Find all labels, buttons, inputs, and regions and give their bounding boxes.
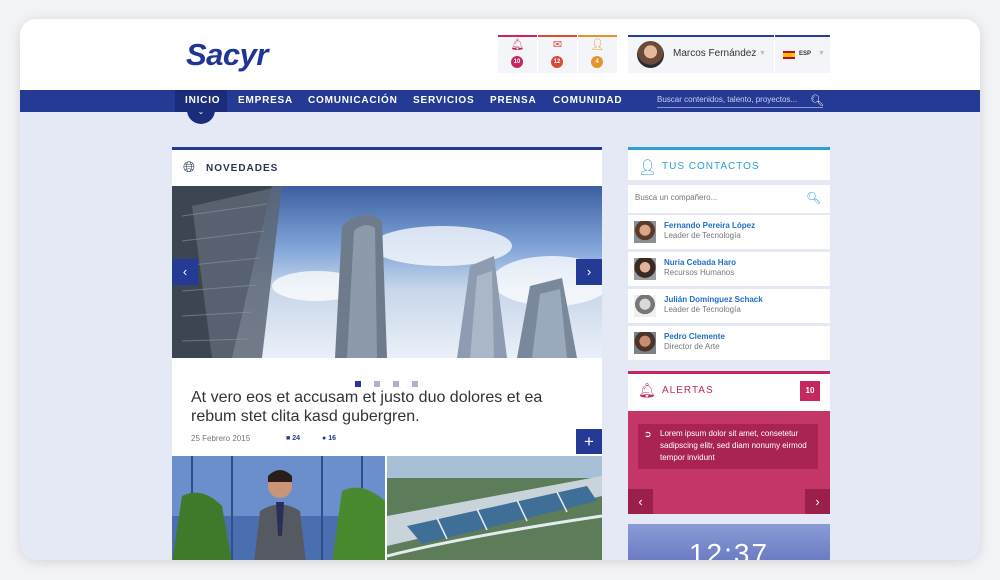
- alert-text: Lorem ipsum dolor sit amet, consetetur s…: [660, 429, 807, 462]
- avatar: [634, 332, 656, 354]
- chevron-down-icon: ▼: [759, 50, 766, 57]
- contact-item[interactable]: Pedro Clemente Director de Arte: [628, 326, 830, 360]
- nav-item-comunicacion[interactable]: COMUNICACIÓN: [308, 90, 398, 112]
- contact-item[interactable]: Julián Domínguez Schack Leader de Tecnol…: [628, 289, 830, 323]
- top-header: Sacyr 🔔︎ 10 ✉ 12 👤︎ 4 Marcos Fernández ▼…: [20, 19, 980, 90]
- alerts-count-badge: 10: [800, 381, 820, 401]
- alerts-next-button[interactable]: ›: [805, 489, 830, 514]
- contact-search: 🔍︎: [628, 185, 830, 213]
- expand-news-button[interactable]: +: [576, 429, 602, 454]
- hero-image-buildings: [172, 186, 602, 358]
- alerts-panel: 🔔︎ ALERTAS 10 ➲ Lorem ipsum dolor sit am…: [628, 371, 830, 514]
- avatar: [637, 41, 664, 68]
- user-icon: 👤︎: [638, 159, 658, 176]
- clock-time: 12:37: [688, 538, 770, 560]
- news-thumbnail-locks[interactable]: [387, 456, 602, 560]
- speech-bubble-icon: ●: [322, 435, 327, 442]
- avatar: [634, 221, 656, 243]
- contact-search-input[interactable]: [635, 193, 795, 202]
- messages-accent: [538, 35, 577, 37]
- news-headline[interactable]: At vero eos et accusam et justo duo dolo…: [191, 388, 571, 426]
- carousel-dot[interactable]: [412, 381, 418, 387]
- search-input[interactable]: [657, 92, 823, 108]
- messages-button[interactable]: ✉ 12: [538, 35, 577, 73]
- alerts-body: ➲ Lorem ipsum dolor sit amet, consetetur…: [628, 411, 830, 514]
- contact-role: Leader de Tecnología: [664, 231, 741, 240]
- globe-icon: 🌐︎: [183, 159, 196, 176]
- contact-name: Nuria Cebada Haro: [664, 258, 737, 267]
- arrow-circle-icon: ➲: [644, 429, 652, 439]
- sacyr-logo[interactable]: Sacyr: [186, 37, 268, 73]
- news-thumbnail-executive[interactable]: [172, 456, 385, 560]
- search-icon[interactable]: 🔍︎: [810, 94, 824, 107]
- contact-requests-accent: [578, 35, 617, 37]
- language-code: ESP: [799, 51, 812, 57]
- search-icon[interactable]: 🔍︎: [806, 191, 821, 205]
- mail-icon: ✉: [552, 39, 563, 51]
- notifications-button[interactable]: 🔔︎ 10: [498, 35, 537, 73]
- comments-count: ■ 24: [286, 435, 300, 442]
- likes-count: ● 16: [322, 435, 336, 442]
- nav-item-empresa[interactable]: EMPRESA: [238, 90, 293, 112]
- notifications-accent: [498, 35, 537, 37]
- carousel-dot[interactable]: [393, 381, 399, 387]
- alerts-prev-button[interactable]: ‹: [628, 489, 653, 514]
- contact-name: Julián Domínguez Schack: [664, 295, 763, 304]
- contacts-panel: 👤︎ TUS CONTACTOS 🔍︎ Fernando Pereira Lóp…: [628, 147, 830, 360]
- language-selector[interactable]: ESP ▼: [775, 35, 830, 73]
- novedades-title: NOVEDADES: [206, 163, 279, 174]
- nav-item-comunidad[interactable]: COMUNIDAD: [553, 90, 622, 112]
- carousel-dot[interactable]: [355, 381, 361, 387]
- user-icon: 👤︎: [590, 39, 605, 51]
- notifications-count: 10: [511, 56, 523, 68]
- contact-item[interactable]: Fernando Pereira López Leader de Tecnolo…: [628, 215, 830, 249]
- contact-role: Director de Arte: [664, 342, 720, 351]
- alerts-title: ALERTAS: [662, 385, 714, 396]
- carousel-next-button[interactable]: ›: [576, 259, 602, 285]
- contact-name: Fernando Pereira López: [664, 221, 756, 230]
- contacts-title: TUS CONTACTOS: [662, 161, 760, 172]
- bell-icon: 🔔︎: [510, 39, 525, 51]
- chevron-down-icon: ▼: [818, 50, 825, 57]
- spain-flag-icon: [783, 51, 795, 59]
- avatar: [634, 258, 656, 280]
- bell-icon: 🔔︎: [638, 382, 656, 398]
- contact-role: Recursos Humanos: [664, 268, 735, 277]
- likes-value: 16: [328, 435, 336, 442]
- news-date: 25 Febrero 2015: [191, 434, 251, 443]
- novedades-card: 🌐︎ NOVEDADES ‹ › At vero eos et accusam …: [172, 147, 602, 560]
- clock-widget: 12:37: [628, 524, 830, 560]
- user-name: Marcos Fernández: [673, 48, 757, 59]
- comment-icon: ■: [286, 435, 291, 442]
- user-menu[interactable]: Marcos Fernández ▼: [628, 35, 774, 73]
- nav-item-inicio[interactable]: INICIO: [185, 90, 220, 112]
- carousel-dot[interactable]: [374, 381, 380, 387]
- carousel-prev-button[interactable]: ‹: [172, 259, 198, 285]
- contact-name: Pedro Clemente: [664, 332, 725, 341]
- comments-value: 24: [292, 435, 300, 442]
- avatar: [634, 295, 656, 317]
- skyscrapers-illustration: [172, 186, 577, 358]
- contacts-requests-button[interactable]: 👤︎ 4: [578, 35, 617, 73]
- nav-item-prensa[interactable]: PRENSA: [490, 90, 536, 112]
- canal-locks-photo: [387, 456, 602, 560]
- contact-requests-count: 4: [591, 56, 603, 68]
- app-window: Sacyr 🔔︎ 10 ✉ 12 👤︎ 4 Marcos Fernández ▼…: [20, 19, 980, 560]
- alert-message[interactable]: ➲ Lorem ipsum dolor sit amet, consetetur…: [638, 424, 818, 469]
- contact-item[interactable]: Nuria Cebada Haro Recursos Humanos: [628, 252, 830, 286]
- executive-photo: [172, 456, 385, 560]
- contacts-header: 👤︎ TUS CONTACTOS: [628, 147, 830, 180]
- contact-role: Leader de Tecnología: [664, 305, 741, 314]
- nav-item-servicios[interactable]: SERVICIOS: [413, 90, 474, 112]
- language-accent: [775, 35, 830, 37]
- user-menu-accent: [628, 35, 774, 37]
- messages-count: 12: [551, 56, 563, 68]
